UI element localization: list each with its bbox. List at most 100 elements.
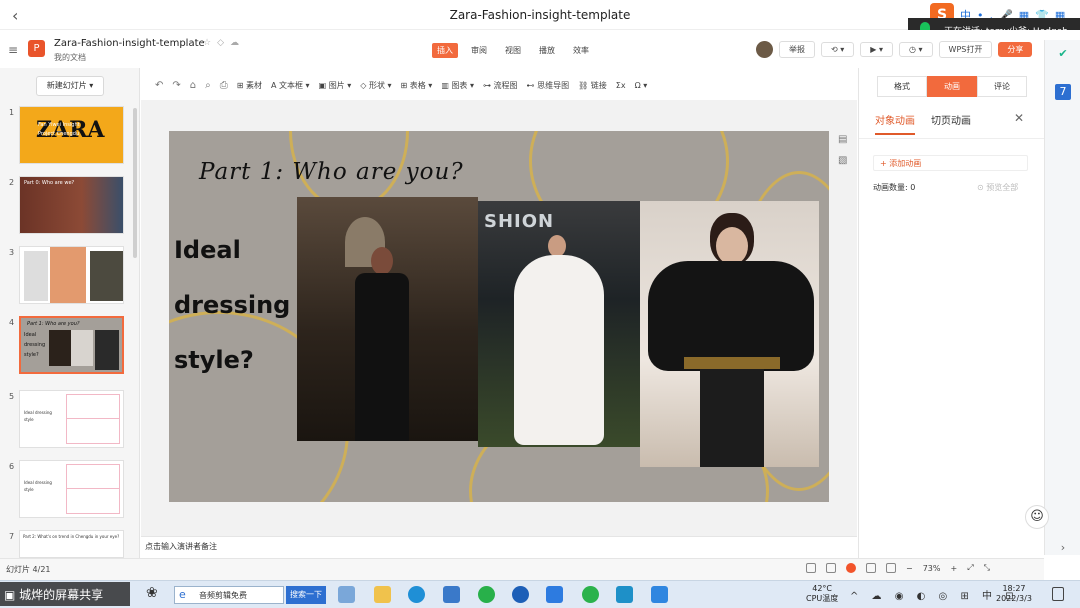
- system-tray-icons[interactable]: ^ ☁ ◉ ◐ ◎ ⊞ 中 ⊡: [850, 587, 1019, 602]
- slide-thumbnail[interactable]: Part 1: Who are you? Ideal dressing style?: [19, 316, 124, 374]
- expand-arrow-icon[interactable]: ›: [1055, 540, 1071, 556]
- wechat-icon[interactable]: [582, 586, 599, 603]
- search-icon[interactable]: ⌕: [205, 80, 211, 91]
- normal-view-icon[interactable]: [806, 563, 816, 573]
- tab-review[interactable]: 审阅: [466, 43, 492, 58]
- fullscreen-icon[interactable]: ⤡: [984, 563, 990, 573]
- sorter-view-icon[interactable]: [826, 563, 836, 573]
- ribbon-textbox[interactable]: A 文本框 ▾: [271, 80, 310, 91]
- slide-thumb-2[interactable]: 2 Part 0: Who are we?: [0, 176, 138, 238]
- close-icon[interactable]: ✕: [1014, 111, 1024, 125]
- print-icon[interactable]: ⎙: [220, 80, 228, 91]
- slide-thumb-6[interactable]: 6 Ideal dressing style: [0, 460, 138, 522]
- ribbon-symbol[interactable]: Ω ▾: [635, 81, 648, 90]
- model-gold-belt: [684, 357, 780, 369]
- format-painter-icon[interactable]: ⌂: [190, 80, 196, 91]
- tab-object-animation[interactable]: 对象动画: [875, 112, 915, 135]
- slide-thumbnail[interactable]: [19, 246, 124, 304]
- tab-animation[interactable]: 动画: [927, 76, 977, 97]
- menu-icon[interactable]: ≡: [8, 43, 18, 57]
- zoom-in-icon[interactable]: +: [950, 564, 957, 573]
- zoom-out-icon[interactable]: −: [906, 564, 913, 573]
- ribbon-mindmap[interactable]: ⊷ 思维导图: [527, 80, 570, 91]
- wps-presentation-logo: P: [28, 40, 45, 57]
- tab-comment[interactable]: 评论: [977, 76, 1027, 97]
- ribbon-link[interactable]: ⛓ 链接: [578, 80, 607, 91]
- slide-thumbnail[interactable]: Ideal dressing style: [19, 460, 124, 518]
- notification-icon[interactable]: [1052, 587, 1064, 601]
- slide-thumb-1[interactable]: 1 ZARA Fan Yiwei Insight Project Chengdu: [0, 106, 138, 168]
- slide-thumbnail[interactable]: Ideal dressing style: [19, 390, 124, 448]
- assistant-bot-icon[interactable]: ☺: [1025, 505, 1049, 529]
- history-button[interactable]: ◷ ▾: [898, 42, 933, 57]
- edge-browser-icon[interactable]: [408, 586, 425, 603]
- background-icon[interactable]: ▧: [838, 155, 847, 166]
- input-language[interactable]: 中: [982, 591, 997, 602]
- slideshow-icon[interactable]: [846, 563, 856, 573]
- tablet-icon[interactable]: [546, 586, 563, 603]
- collaborate-button[interactable]: ⟲ ▾: [821, 42, 855, 57]
- layout-icon[interactable]: ▤: [838, 134, 847, 145]
- tab-format[interactable]: 格式: [877, 76, 927, 97]
- ribbon-shape[interactable]: ◇ 形状 ▾: [360, 80, 391, 91]
- play-slides-button[interactable]: ▶ ▾: [860, 42, 893, 57]
- undo-icon[interactable]: ↶: [155, 80, 163, 91]
- cpu-temperature[interactable]: 42°C CPU温度: [806, 584, 838, 604]
- check-shield-icon[interactable]: ✔: [1055, 46, 1071, 62]
- diamond-app-icon[interactable]: [616, 586, 633, 603]
- ribbon-picture[interactable]: ▣ 图片 ▾: [319, 80, 352, 91]
- document-location[interactable]: 我的文档: [54, 52, 86, 63]
- doc-action-icons[interactable]: ☆◇☁: [203, 38, 245, 48]
- redo-icon[interactable]: ↷: [172, 80, 180, 91]
- new-slide-button[interactable]: 新建幻灯片 ▾: [36, 76, 104, 96]
- ribbon-material[interactable]: ⊞ 素材: [237, 80, 262, 91]
- calculator-icon[interactable]: [338, 586, 355, 603]
- settings-icon[interactable]: [886, 563, 896, 573]
- ribbon-chart[interactable]: ▥ 图表 ▾: [441, 80, 474, 91]
- slide-thumbnail[interactable]: Part 0: Who are we?: [19, 176, 124, 234]
- ribbon-table[interactable]: ⊞ 表格 ▾: [401, 80, 433, 91]
- slide-thumb-4[interactable]: 4 Part 1: Who are you? Ideal dressing styl…: [0, 316, 138, 378]
- slide-left-text[interactable]: Ideal dressing style?: [174, 223, 299, 388]
- slide-thumb-3[interactable]: 3: [0, 246, 138, 308]
- document-name[interactable]: Zara-Fashion-insight-template: [54, 38, 205, 49]
- tab-play[interactable]: 播放: [534, 43, 560, 58]
- ribbon-formula[interactable]: Σx: [616, 81, 626, 90]
- preview-all-button[interactable]: ⊙ 预览全部: [977, 182, 1018, 193]
- runway-photo-leather-jacket[interactable]: [640, 201, 819, 467]
- system-clock[interactable]: 18:27 2022/3/3: [996, 584, 1032, 604]
- taskbar-search-input[interactable]: e 音频剪辑免费: [174, 586, 284, 604]
- model-face: [716, 227, 748, 265]
- ribbon-flowchart[interactable]: ⊶ 流程图: [483, 80, 518, 91]
- file-explorer-icon[interactable]: [374, 586, 391, 603]
- fit-window-icon[interactable]: ⤢: [967, 563, 973, 573]
- report-button[interactable]: 举报: [779, 41, 815, 58]
- tab-view[interactable]: 视图: [500, 43, 526, 58]
- wps-open-button[interactable]: WPS打开: [938, 41, 993, 58]
- avatar[interactable]: [756, 41, 773, 58]
- zoom-level[interactable]: 73%: [923, 564, 941, 573]
- reading-view-icon[interactable]: [866, 563, 876, 573]
- tab-insert[interactable]: 插入: [432, 43, 458, 58]
- photos-icon[interactable]: [651, 586, 668, 603]
- blue-app-icon[interactable]: [512, 586, 529, 603]
- calendar-icon[interactable]: 7: [1055, 84, 1071, 100]
- taskbar-search-button[interactable]: 搜索一下: [286, 586, 326, 604]
- start-menu-icon[interactable]: ❀: [146, 585, 158, 601]
- add-animation-button[interactable]: + 添加动画: [873, 155, 1028, 171]
- runway-photo-black-dress[interactable]: [297, 197, 478, 441]
- green-app-icon[interactable]: [478, 586, 495, 603]
- speaker-notes[interactable]: 点击输入演讲者备注: [141, 536, 857, 556]
- tab-efficiency[interactable]: 效率: [568, 43, 594, 58]
- slide-thumb-5[interactable]: 5 Ideal dressing style: [0, 390, 138, 452]
- runway-photo-white-gown[interactable]: SHION: [478, 201, 640, 447]
- slide-title[interactable]: Part 1: Who are you?: [199, 159, 464, 185]
- slide-thumb-7[interactable]: 7 Part 2: What's on trend in Chengdu in …: [0, 530, 138, 558]
- share-button[interactable]: 分享: [998, 42, 1033, 57]
- mail-icon[interactable]: [443, 586, 460, 603]
- slide-number: 1: [9, 108, 15, 117]
- slide-thumbnail[interactable]: Part 2: What's on trend in Chengdu in yo…: [19, 530, 124, 558]
- current-slide[interactable]: Part 1: Who are you? Ideal dressing styl…: [169, 131, 829, 502]
- slide-thumbnail[interactable]: ZARA Fan Yiwei Insight Project Chengdu: [19, 106, 124, 164]
- tab-page-transition[interactable]: 切页动画: [931, 112, 971, 135]
